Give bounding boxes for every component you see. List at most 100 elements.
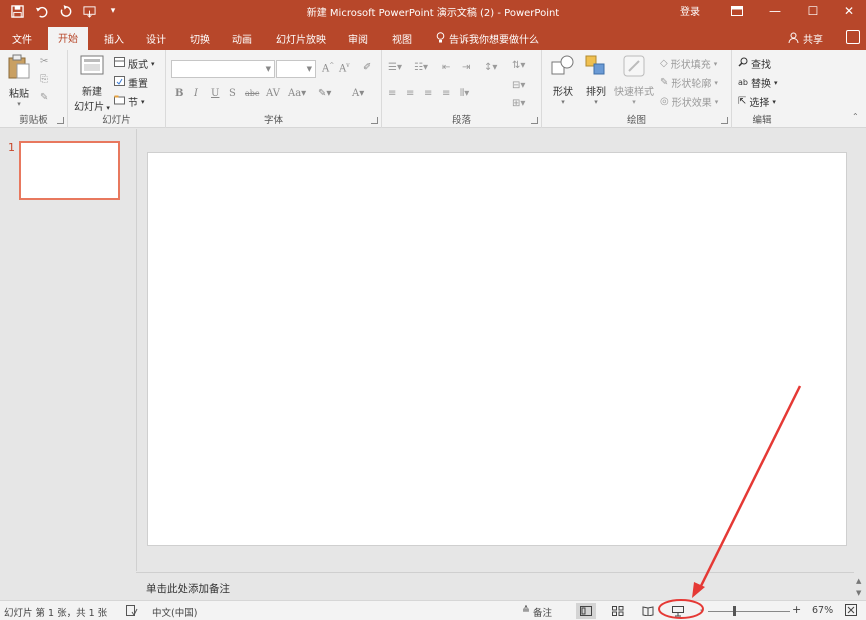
justify-icon[interactable]: ≡: [442, 88, 450, 99]
zoom-slider-thumb[interactable]: [733, 606, 736, 616]
normal-view-icon[interactable]: [576, 603, 596, 619]
scroll-down-icon[interactable]: ▼: [856, 589, 861, 597]
strikethrough-icon[interactable]: abc: [245, 89, 259, 98]
underline-icon[interactable]: U: [211, 88, 219, 99]
fit-to-window-icon[interactable]: [845, 604, 857, 619]
font-size-combo[interactable]: ▼: [276, 60, 316, 78]
person-icon: [788, 32, 799, 46]
zoom-level[interactable]: 67%: [812, 605, 833, 616]
cut-icon[interactable]: ✂: [40, 56, 48, 67]
format-painter-icon[interactable]: ✎: [40, 92, 48, 103]
character-spacing-icon[interactable]: AV: [266, 88, 280, 99]
increase-font-icon[interactable]: A^: [322, 62, 334, 74]
font-name-combo[interactable]: ▼: [171, 60, 275, 78]
shadow-icon[interactable]: S: [229, 88, 236, 99]
font-group: ▼ ▼ A^ Av ✐ B I U S abc AV Aa▾ ✎▾ A▾ 字体: [166, 50, 382, 128]
tab-animations[interactable]: 动画: [222, 28, 262, 50]
login-link[interactable]: 登录: [680, 3, 700, 18]
reading-view-icon[interactable]: [638, 603, 658, 619]
quick-styles-button[interactable]: 快速样式 ▾: [612, 54, 656, 106]
align-right-icon[interactable]: ≡: [424, 88, 432, 99]
undo-icon[interactable]: [30, 2, 52, 20]
clear-formatting-icon[interactable]: ✐: [363, 62, 371, 73]
line-spacing-icon[interactable]: ↕▾: [484, 62, 497, 73]
layout-button[interactable]: 版式 ▾: [114, 56, 155, 71]
font-color-icon[interactable]: A▾: [352, 88, 364, 99]
tab-file[interactable]: 文件: [2, 28, 42, 50]
slideshow-view-icon[interactable]: [668, 603, 688, 619]
paragraph-launcher-icon[interactable]: [531, 117, 538, 124]
tab-slideshow[interactable]: 幻灯片放映: [266, 28, 336, 50]
new-slide-button[interactable]: 新建 幻灯片 ▾: [72, 54, 112, 113]
find-button[interactable]: 查找: [738, 56, 771, 71]
slide-canvas[interactable]: [147, 152, 847, 546]
shapes-label: 形状: [553, 87, 573, 98]
font-launcher-icon[interactable]: [371, 117, 378, 124]
section-button[interactable]: 节 ▾: [114, 94, 145, 109]
change-case-icon[interactable]: Aa▾: [288, 88, 306, 99]
shapes-button[interactable]: 形状 ▾: [546, 54, 580, 106]
slide-number: 1: [8, 141, 15, 154]
language-indicator[interactable]: 中文(中国): [152, 605, 197, 619]
pen-icon: ✎: [660, 77, 669, 88]
select-button[interactable]: ⇱ 选择 ▾: [738, 94, 776, 109]
tab-design[interactable]: 设计: [136, 28, 176, 50]
numbering-icon[interactable]: ☷▾: [414, 62, 428, 73]
scroll-up-icon[interactable]: ▲: [856, 577, 861, 585]
slide-thumbnail[interactable]: [19, 141, 120, 200]
zoom-out-icon[interactable]: -: [700, 603, 704, 616]
save-icon[interactable]: [6, 2, 28, 20]
clipboard-launcher-icon[interactable]: [57, 117, 64, 124]
tab-insert[interactable]: 插入: [94, 28, 134, 50]
feedback-icon[interactable]: [846, 30, 860, 44]
reset-button[interactable]: 重置: [114, 75, 148, 90]
zoom-slider[interactable]: [708, 611, 790, 612]
text-direction-icon[interactable]: ⇅▾: [512, 60, 525, 71]
redo-icon[interactable]: [54, 2, 76, 20]
shape-effects-button[interactable]: ◎ 形状效果 ▾: [660, 94, 718, 109]
share-button[interactable]: 共享: [788, 31, 823, 46]
tab-home[interactable]: 开始: [48, 27, 88, 50]
increase-indent-icon[interactable]: ⇥: [462, 62, 470, 73]
shape-fill-button[interactable]: ◇ 形状填充 ▾: [660, 56, 717, 71]
minimize-icon[interactable]: —: [756, 0, 794, 22]
bullets-icon[interactable]: ☰▾: [388, 62, 402, 73]
italic-icon[interactable]: I: [194, 88, 198, 99]
zoom-in-icon[interactable]: +: [792, 603, 801, 616]
notes-pane[interactable]: 单击此处添加备注: [136, 572, 854, 600]
smartart-icon[interactable]: ⊞▾: [512, 98, 525, 109]
highlight-icon[interactable]: ✎▾: [318, 88, 331, 99]
align-left-icon[interactable]: ≡: [388, 88, 396, 99]
close-icon[interactable]: ✕: [830, 0, 866, 22]
customize-icon[interactable]: ▾: [102, 2, 124, 20]
tab-view[interactable]: 视图: [382, 28, 422, 50]
clipboard-group: 粘贴 ▾ ✂ ⎘ ✎ 剪贴板: [0, 50, 68, 128]
maximize-icon[interactable]: ☐: [794, 0, 832, 22]
align-text-icon[interactable]: ⊟▾: [512, 80, 525, 91]
replace-button[interactable]: ab 替换 ▾: [738, 75, 778, 90]
columns-icon[interactable]: ⫴▾: [460, 88, 469, 99]
new-slide-icon: [72, 54, 112, 81]
align-center-icon[interactable]: ≡: [406, 88, 414, 99]
bold-icon[interactable]: B: [175, 88, 183, 99]
arrange-button[interactable]: 排列 ▾: [580, 54, 612, 106]
find-label: 查找: [751, 60, 771, 71]
slide-sorter-icon[interactable]: [608, 603, 628, 619]
tell-me-box[interactable]: 告诉我你想要做什么: [436, 31, 539, 46]
paste-button[interactable]: 粘贴 ▾: [4, 54, 34, 108]
drawing-launcher-icon[interactable]: [721, 117, 728, 124]
touch-mode-icon[interactable]: [78, 2, 100, 20]
decrease-font-icon[interactable]: Av: [339, 62, 350, 74]
collapse-ribbon-icon[interactable]: ⌃: [852, 112, 859, 121]
decrease-indent-icon[interactable]: ⇤: [442, 62, 450, 73]
cursor-icon: ⇱: [738, 96, 747, 107]
spellcheck-icon[interactable]: [126, 605, 138, 619]
vertical-scrollbar[interactable]: ▲ ▼: [854, 129, 866, 600]
tab-review[interactable]: 审阅: [338, 28, 378, 50]
notes-toggle-button[interactable]: ≙ 备注: [522, 605, 552, 619]
tab-transitions[interactable]: 切换: [180, 28, 220, 50]
copy-icon[interactable]: ⎘: [40, 74, 48, 85]
replace-icon: ab: [738, 78, 748, 87]
shape-outline-button[interactable]: ✎ 形状轮廓 ▾: [660, 75, 718, 90]
ribbon-display-options-icon[interactable]: [718, 0, 756, 22]
